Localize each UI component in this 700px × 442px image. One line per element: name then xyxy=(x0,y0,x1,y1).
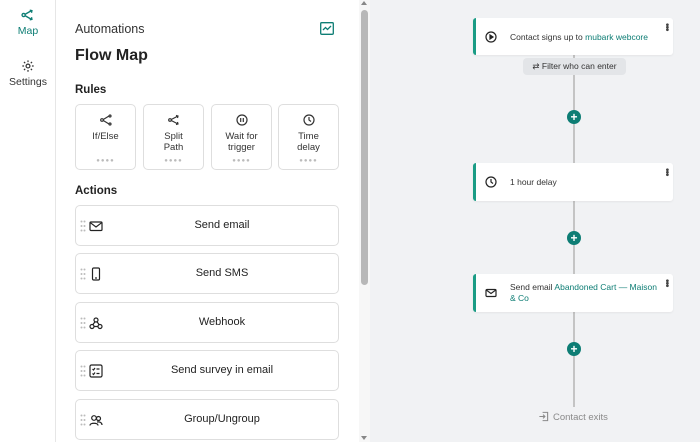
scroll-up-arrow[interactable] xyxy=(361,1,367,5)
step-menu-icon[interactable]: ••• xyxy=(661,279,672,287)
play-circle-icon xyxy=(485,31,497,43)
trigger-text: Contact signs up to mubark webcore xyxy=(510,32,661,43)
exit-icon xyxy=(539,411,549,422)
left-rail: Map Settings xyxy=(0,0,56,442)
rule-split-path[interactable]: Split Path ●●●● xyxy=(143,104,204,170)
trigger-list-link[interactable]: mubark webcore xyxy=(585,32,648,42)
gear-icon xyxy=(22,60,34,72)
webhook-icon xyxy=(89,317,103,330)
filter-label: Filter who can enter xyxy=(541,61,617,71)
add-step-button[interactable]: + xyxy=(567,110,581,124)
rail-item-map[interactable]: Map xyxy=(0,8,56,37)
branch-icon xyxy=(100,114,112,126)
flow-canvas[interactable]: Contact signs up to mubark webcore ••• ⇄… xyxy=(370,0,700,442)
drag-handle-icon[interactable] xyxy=(80,268,86,280)
survey-icon xyxy=(89,364,103,378)
delay-step[interactable]: 1 hour delay ••• xyxy=(473,163,673,201)
drag-handle[interactable]: ●●●● xyxy=(76,158,135,164)
rule-time-delay[interactable]: Time delay ●●●● xyxy=(278,104,339,170)
action-group-ungroup[interactable]: Group/Ungroup xyxy=(75,399,339,440)
envelope-icon xyxy=(485,288,497,298)
email-prefix: Send email xyxy=(510,282,555,292)
split-icon xyxy=(21,9,33,21)
action-webhook[interactable]: Webhook xyxy=(75,302,339,343)
step-menu-icon[interactable]: ••• xyxy=(661,23,672,31)
drag-handle-icon[interactable] xyxy=(80,220,86,232)
actions-section-label: Actions xyxy=(75,185,118,197)
add-step-button[interactable]: + xyxy=(567,231,581,245)
rule-label: Time delay xyxy=(297,131,320,153)
rule-wait-for-trigger[interactable]: Wait for trigger ●●●● xyxy=(211,104,272,170)
clock-icon xyxy=(485,176,497,188)
action-label: Send survey in email xyxy=(170,364,274,376)
email-text: Send email Abandoned Cart — Maison & Co xyxy=(510,282,661,304)
trigger-prefix: Contact signs up to xyxy=(510,32,586,42)
action-label: Group/Ungroup xyxy=(184,413,260,425)
drag-handle[interactable]: ●●●● xyxy=(279,158,338,164)
drag-handle-icon[interactable] xyxy=(80,365,86,377)
filter-entry-button[interactable]: ⇄ Filter who can enter xyxy=(523,58,626,75)
rules-section-label: Rules xyxy=(75,84,107,96)
action-send-email[interactable]: Send email xyxy=(75,205,339,246)
rail-item-settings-label: Settings xyxy=(9,76,47,88)
phone-icon xyxy=(91,267,101,281)
split-path-icon xyxy=(168,114,179,126)
connector xyxy=(573,312,575,407)
action-label: Send SMS xyxy=(195,267,249,279)
clock-icon xyxy=(303,114,315,126)
drag-handle[interactable]: ●●●● xyxy=(212,158,271,164)
email-step[interactable]: Send email Abandoned Cart — Maison & Co … xyxy=(473,274,673,312)
action-send-survey[interactable]: Send survey in email xyxy=(75,350,339,391)
filter-icon: ⇄ xyxy=(532,61,540,71)
add-step-button[interactable]: + xyxy=(567,342,581,356)
drag-handle[interactable]: ●●●● xyxy=(144,158,203,164)
trigger-step[interactable]: Contact signs up to mubark webcore ••• xyxy=(473,18,673,55)
drag-handle-icon[interactable] xyxy=(80,317,86,329)
action-label: Send email xyxy=(194,219,250,231)
action-label: Webhook xyxy=(198,316,246,328)
drag-handle-icon[interactable] xyxy=(80,414,86,426)
collapse-panel-icon[interactable] xyxy=(320,22,334,35)
rule-label: Split Path xyxy=(163,131,184,153)
scroll-thumb[interactable] xyxy=(361,10,368,285)
pause-icon xyxy=(236,114,248,126)
rail-item-map-label: Map xyxy=(17,25,39,37)
exit-label-text: Contact exits xyxy=(553,412,608,423)
envelope-icon xyxy=(89,221,103,232)
scroll-down-arrow[interactable] xyxy=(361,436,367,440)
panel-header: Automations xyxy=(75,22,145,36)
rule-if-else[interactable]: If/Else ●●●● xyxy=(75,104,136,170)
step-menu-icon[interactable]: ••• xyxy=(661,168,672,176)
delay-text: 1 hour delay xyxy=(510,177,557,187)
contact-exits: Contact exits xyxy=(538,411,608,423)
automation-panel: Automations Flow Map Rules If/Else ●●●● … xyxy=(57,0,370,442)
group-icon xyxy=(89,415,103,426)
rule-label: Wait for trigger xyxy=(225,131,258,153)
action-send-sms[interactable]: Send SMS xyxy=(75,253,339,294)
panel-scrollbar[interactable] xyxy=(359,0,370,442)
page-title: Flow Map xyxy=(75,47,148,64)
rail-item-settings[interactable]: Settings xyxy=(0,59,56,88)
rule-label: If/Else xyxy=(92,131,119,142)
